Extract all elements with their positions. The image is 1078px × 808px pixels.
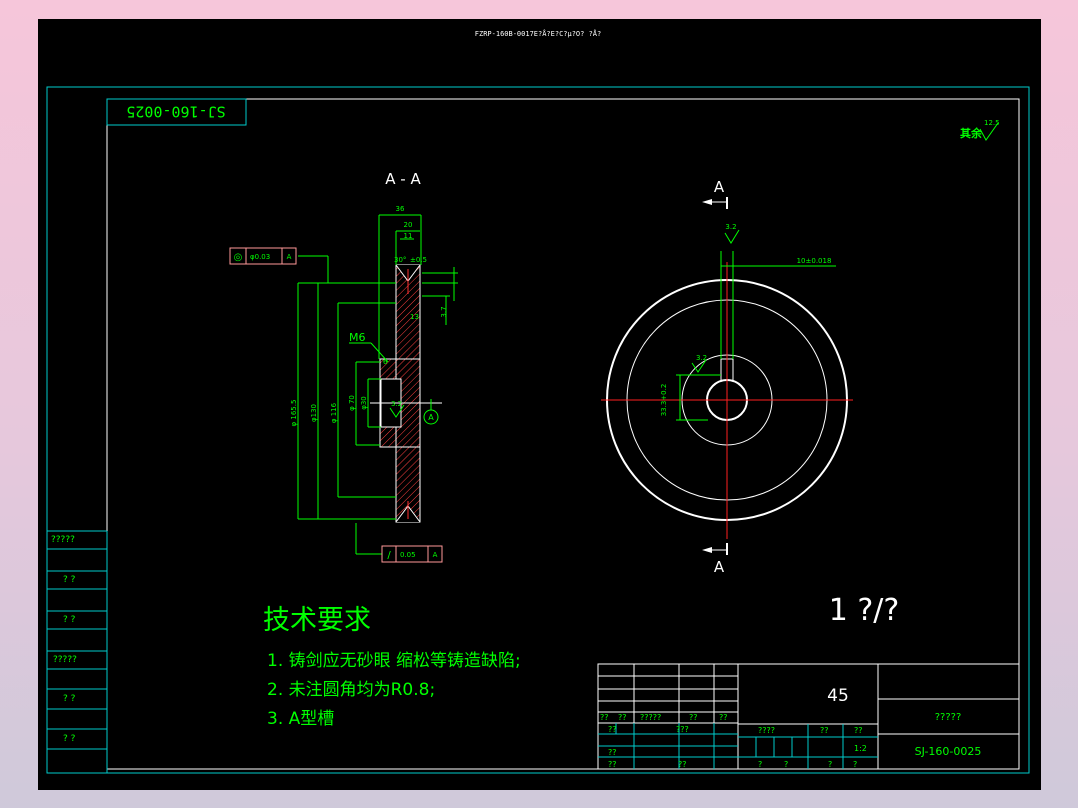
- svg-text:/: /: [387, 550, 391, 561]
- svg-text:SJ-160-0025: SJ-160-0025: [126, 103, 225, 121]
- svg-text:A: A: [428, 413, 434, 422]
- svg-text:φ0.03: φ0.03: [250, 253, 270, 261]
- title-cell: ??: [618, 713, 627, 722]
- outer-frame: [46, 86, 1030, 774]
- title-cell: ??: [854, 726, 863, 735]
- svg-text:10±0.018: 10±0.018: [797, 257, 832, 265]
- tech-item: 1. 铸剑应无砂眼 缩松等铸造缺陷;: [267, 651, 521, 671]
- side-panel-label: ? ?: [63, 694, 76, 704]
- title-cell: ??: [600, 713, 609, 722]
- title-cell: ??: [820, 726, 829, 735]
- cad-viewport[interactable]: FZRP-160B-0017E?Å?E?C?µ?O? ?Å? SJ-160-00…: [38, 19, 1041, 790]
- cut-label-bottom: A: [714, 558, 725, 576]
- tech-item: 3. A型槽: [267, 709, 334, 729]
- inner-frame: [106, 98, 1020, 770]
- title-cell: ??: [719, 713, 728, 722]
- title-cell: ????: [758, 726, 775, 735]
- svg-text:φ 116: φ 116: [330, 402, 338, 423]
- title-cell: ?: [784, 760, 788, 769]
- tech-item: 2. 未注圆角均为R0.8;: [267, 680, 435, 700]
- title-cell: ??: [608, 760, 617, 769]
- svg-text:其余: 其余: [960, 126, 983, 140]
- section-label: A - A: [385, 170, 421, 188]
- side-panel-label: ?????: [51, 535, 75, 545]
- drawing-number: SJ-160-0025: [915, 745, 982, 758]
- svg-text:3.7: 3.7: [440, 306, 448, 317]
- svg-text:20: 20: [404, 221, 413, 229]
- tech-requirements: 技术要求 1. 铸剑应无砂眼 缩松等铸造缺陷; 2. 未注圆角均为R0.8; 3…: [263, 605, 521, 729]
- svg-text:φ30: φ30: [360, 396, 368, 410]
- drawing-number-stamp: SJ-160-0025: [106, 98, 247, 126]
- side-panel-label: ? ?: [63, 615, 76, 625]
- title-cell: ??: [678, 760, 687, 769]
- scale-text: 1 ?/?: [829, 593, 900, 628]
- svg-text:12.5: 12.5: [984, 119, 1000, 127]
- title-cell: ?: [853, 760, 857, 769]
- front-view: A A 10±0.018 3.2 33.3+0.2 3.2: [601, 178, 853, 576]
- title-cell: 1:2: [854, 744, 867, 753]
- title-cell: ???: [676, 725, 689, 734]
- title-cell: ??: [608, 748, 617, 757]
- fcf-concentricity: ◎ φ0.03 A: [229, 247, 329, 283]
- svg-text:φ 70: φ 70: [348, 395, 356, 411]
- cut-label-top: A: [714, 178, 725, 196]
- side-panel-label: ?????: [53, 655, 77, 665]
- svg-text:3.2: 3.2: [391, 400, 402, 408]
- svg-text:A: A: [433, 551, 438, 559]
- company: ?????: [935, 712, 962, 723]
- tech-title: 技术要求: [263, 605, 371, 636]
- title-cell: ??: [608, 725, 617, 734]
- side-panel-label: ? ?: [63, 734, 76, 744]
- svg-text:11: 11: [404, 232, 413, 240]
- title-cell: ?: [828, 760, 832, 769]
- material: 45: [827, 686, 849, 706]
- svg-text:33.3+0.2: 33.3+0.2: [660, 384, 668, 417]
- title-cell: ??: [689, 713, 698, 722]
- title-cell: ?????: [640, 713, 661, 722]
- svg-text:13: 13: [410, 313, 419, 321]
- svg-text:3.2: 3.2: [725, 223, 736, 231]
- svg-text:φ 165.5: φ 165.5: [290, 400, 298, 427]
- svg-text:±0.5: ±0.5: [410, 256, 427, 264]
- side-panel-label: ? ?: [63, 575, 76, 585]
- section-view: A - A A φ 165.5 φ130 φ 116 φ 70 φ30 36 2…: [229, 170, 458, 563]
- side-panel: [47, 530, 108, 773]
- window-title: FZRP-160B-0017E?Å?E?C?µ?O? ?Å?: [475, 29, 601, 38]
- svg-text:φ130: φ130: [310, 404, 318, 422]
- cad-drawing: FZRP-160B-0017E?Å?E?C?µ?O? ?Å? SJ-160-00…: [46, 29, 1030, 774]
- svg-text:30°: 30°: [394, 256, 406, 264]
- fcf-runout: / 0.05 A: [355, 523, 443, 563]
- svg-text:M6: M6: [349, 331, 366, 344]
- title-cell: ?: [758, 760, 762, 769]
- svg-text:◎: ◎: [234, 252, 243, 263]
- svg-text:A: A: [287, 253, 292, 261]
- svg-text:0.05: 0.05: [400, 551, 416, 559]
- roughness-other: 其余 12.5: [960, 119, 1000, 141]
- svg-text:36: 36: [396, 205, 405, 213]
